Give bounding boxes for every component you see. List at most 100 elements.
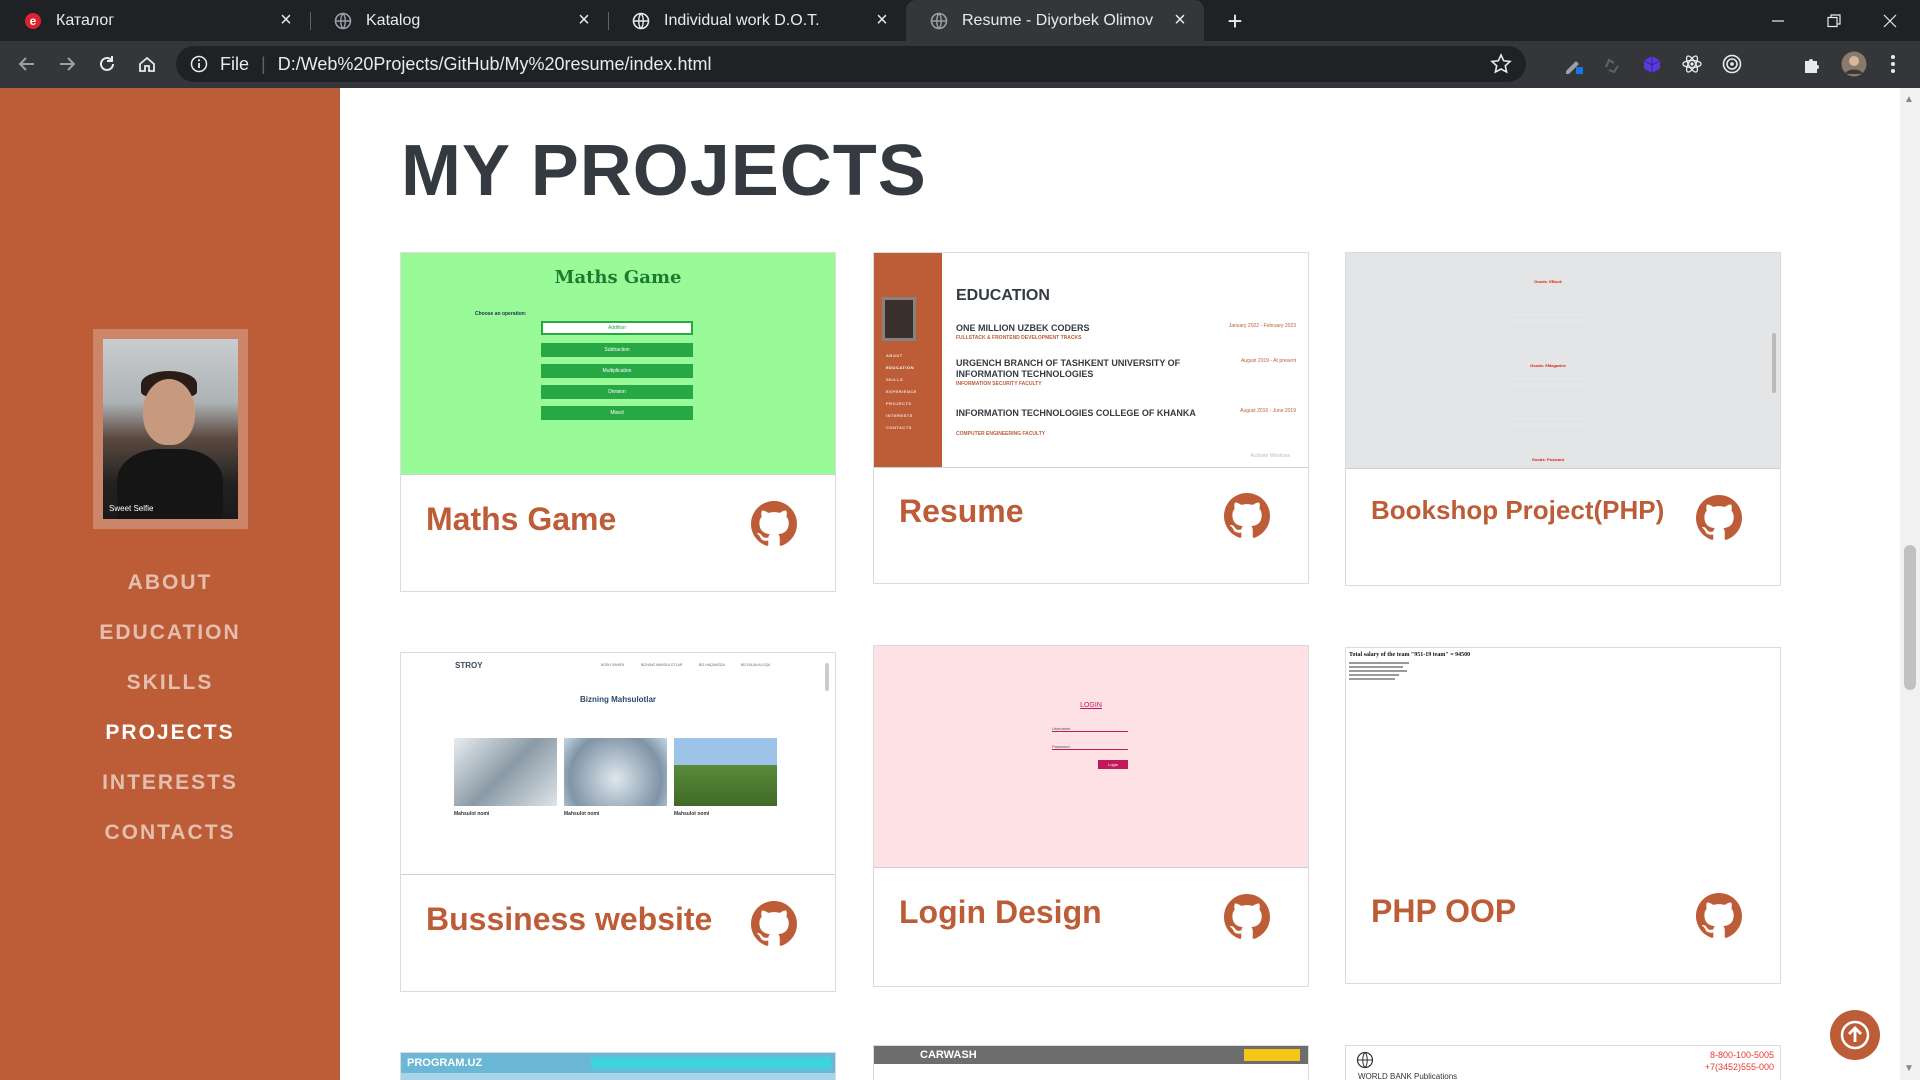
home-icon[interactable] bbox=[132, 49, 162, 79]
back-icon[interactable] bbox=[12, 49, 42, 79]
tab-katalog[interactable]: Katalog × bbox=[310, 0, 608, 41]
thumb-phone: +7(3452)555-000 bbox=[1704, 1062, 1774, 1072]
thumb-menu: BOSH SAHIFA bbox=[601, 663, 625, 667]
tab-title: Каталог bbox=[56, 11, 115, 29]
thumb-menu: BIZ HAQIMIZDA bbox=[699, 663, 725, 667]
project-card[interactable]: ABOUT EDUCATION SKILLS EXPERIENCE PROJEC… bbox=[873, 252, 1309, 584]
back-to-top-button[interactable] bbox=[1830, 1010, 1880, 1060]
thumb-button: Division bbox=[541, 385, 693, 399]
project-card[interactable]: Goods: EBook Goods: EMagazine Goods: Pos… bbox=[1345, 252, 1781, 586]
thumb-nav: PROJECTS bbox=[886, 401, 912, 406]
close-window-icon[interactable] bbox=[1862, 0, 1918, 41]
tab-title: Resume - Diyorbek Olimov bbox=[962, 11, 1154, 29]
thumb-entry-sub: INFORMATION SECURITY FACULTY bbox=[956, 381, 1042, 387]
thumb-field: Password bbox=[1052, 744, 1128, 750]
thumb-nav: CONTACTS bbox=[886, 425, 912, 430]
project-thumbnail[interactable]: CARWASH bbox=[874, 1046, 1308, 1080]
project-thumbnail[interactable]: ABOUT EDUCATION SKILLS EXPERIENCE PROJEC… bbox=[874, 253, 1308, 468]
github-icon[interactable] bbox=[751, 901, 797, 947]
url-divider: | bbox=[261, 53, 266, 74]
project-card[interactable]: Total salary of the team "951-19 team" =… bbox=[1345, 647, 1781, 984]
project-card[interactable]: WORLD BANK Publications 8-800-100-5005 +… bbox=[1345, 1045, 1781, 1080]
reload-icon[interactable] bbox=[92, 49, 122, 79]
github-icon[interactable] bbox=[1224, 493, 1270, 539]
url-text[interactable]: D:/Web%20Projects/GitHub/My%20resume/ind… bbox=[278, 54, 712, 75]
address-bar[interactable]: File | D:/Web%20Projects/GitHub/My%20res… bbox=[176, 46, 1526, 82]
project-card[interactable]: CARWASH bbox=[873, 1045, 1309, 1080]
info-icon[interactable] bbox=[188, 53, 210, 75]
project-title[interactable]: Bussiness website bbox=[426, 901, 712, 938]
thumb-text: Total salary of the team "951-19 team" =… bbox=[1349, 652, 1471, 658]
thumb-title: Maths Game bbox=[554, 267, 682, 288]
thumb-nav: ABOUT bbox=[886, 353, 903, 358]
github-icon[interactable] bbox=[751, 501, 797, 547]
project-card[interactable]: STROY BOSH SAHIFA BIZNING MAHSULOTLAR BI… bbox=[400, 652, 836, 992]
thumb-menu: BIZNING MAHSULOTLAR bbox=[641, 663, 683, 667]
puzzle-extensions-icon[interactable] bbox=[1801, 53, 1823, 75]
profile-avatar[interactable] bbox=[1841, 51, 1867, 77]
nav-projects[interactable]: PROJECTS bbox=[0, 708, 340, 758]
page-title: MY PROJECTS bbox=[401, 131, 927, 211]
thumb-entry: ONE MILLION UZBEK CODERS bbox=[956, 323, 1090, 333]
tab-resume[interactable]: Resume - Diyorbek Olimov × bbox=[906, 0, 1204, 41]
project-card[interactable]: Maths Game Choose an operation: Addition… bbox=[400, 252, 836, 592]
scroll-down-icon[interactable]: ▼ bbox=[1904, 1063, 1914, 1074]
nav-about[interactable]: ABOUT bbox=[0, 558, 340, 608]
browser-e-icon: e bbox=[24, 12, 42, 30]
project-card[interactable]: PROGRAM.UZ bbox=[400, 1052, 836, 1080]
project-title[interactable]: Bookshop Project(PHP) bbox=[1371, 495, 1664, 526]
nav-interests[interactable]: INTERESTS bbox=[0, 758, 340, 808]
globe-icon bbox=[334, 12, 352, 30]
thumb-entry: INFORMATION TECHNOLOGIES COLLEGE OF KHAN… bbox=[956, 408, 1196, 418]
project-title[interactable]: PHP OOP bbox=[1371, 893, 1516, 930]
new-tab-button[interactable]: + bbox=[1220, 4, 1250, 38]
recycle-extension-icon[interactable] bbox=[1601, 53, 1623, 75]
page-scrollbar[interactable]: ▲ ▼ bbox=[1900, 88, 1920, 1080]
github-icon[interactable] bbox=[1696, 893, 1742, 939]
thumb-field: Username bbox=[1052, 726, 1128, 732]
main-content: MY PROJECTS Maths Game Choose an operati… bbox=[340, 88, 1900, 1080]
target-extension-icon[interactable] bbox=[1721, 53, 1743, 75]
project-thumbnail[interactable]: STROY BOSH SAHIFA BIZNING MAHSULOTLAR BI… bbox=[401, 653, 835, 875]
tab-title: Individual work D.O.T. bbox=[664, 11, 820, 29]
kebab-menu-icon[interactable] bbox=[1882, 53, 1904, 75]
project-title[interactable]: Maths Game bbox=[426, 501, 616, 538]
nav-contacts[interactable]: CONTACTS bbox=[0, 808, 340, 858]
cube-extension-icon[interactable] bbox=[1641, 53, 1663, 75]
close-tab-icon[interactable]: × bbox=[570, 9, 598, 32]
nav-skills[interactable]: SKILLS bbox=[0, 658, 340, 708]
project-thumbnail[interactable]: PROGRAM.UZ bbox=[401, 1053, 835, 1080]
scrollbar-thumb[interactable] bbox=[1904, 545, 1916, 690]
project-thumbnail[interactable]: LOGIN Username Password Login bbox=[874, 646, 1308, 868]
thumb-item: Mahsulot nomi bbox=[564, 811, 600, 817]
project-thumbnail[interactable]: WORLD BANK Publications 8-800-100-5005 +… bbox=[1346, 1046, 1780, 1080]
close-tab-icon[interactable]: × bbox=[1166, 9, 1194, 32]
nav-education[interactable]: EDUCATION bbox=[0, 608, 340, 658]
pen-extension-icon[interactable] bbox=[1562, 53, 1584, 75]
project-thumbnail[interactable]: Goods: EBook Goods: EMagazine Goods: Pos… bbox=[1346, 253, 1780, 469]
project-title[interactable]: Login Design bbox=[899, 894, 1102, 931]
restore-icon[interactable] bbox=[1806, 0, 1862, 41]
tab-katalog-ru[interactable]: e Каталог × bbox=[0, 0, 310, 41]
profile-photo: Sweet Selfie bbox=[103, 339, 238, 519]
bookmark-star-icon[interactable] bbox=[1490, 53, 1512, 80]
thumb-section: Goods: Postcard bbox=[1531, 457, 1565, 462]
tab-title: Katalog bbox=[366, 11, 421, 29]
minimize-icon[interactable] bbox=[1750, 0, 1806, 41]
thumb-phone: 8-800-100-5005 bbox=[1709, 1050, 1774, 1060]
project-card[interactable]: LOGIN Username Password Login Login Desi… bbox=[873, 645, 1309, 987]
profile-photo-frame: Sweet Selfie bbox=[93, 329, 248, 529]
project-thumbnail[interactable]: Maths Game Choose an operation: Addition… bbox=[401, 253, 835, 475]
thumb-entry-date: August 2016 - June 2019 bbox=[1240, 408, 1296, 414]
project-thumbnail[interactable]: Total salary of the team "951-19 team" =… bbox=[1346, 648, 1780, 868]
forward-icon[interactable] bbox=[52, 49, 82, 79]
project-title[interactable]: Resume bbox=[899, 493, 1024, 530]
globe-icon bbox=[632, 12, 650, 30]
scroll-up-icon[interactable]: ▲ bbox=[1904, 94, 1914, 105]
tab-individual-work[interactable]: Individual work D.O.T. × bbox=[608, 0, 906, 41]
github-icon[interactable] bbox=[1224, 894, 1270, 940]
close-tab-icon[interactable]: × bbox=[272, 9, 300, 32]
github-icon[interactable] bbox=[1696, 495, 1742, 541]
react-devtools-icon[interactable] bbox=[1681, 53, 1703, 75]
close-tab-icon[interactable]: × bbox=[868, 9, 896, 32]
